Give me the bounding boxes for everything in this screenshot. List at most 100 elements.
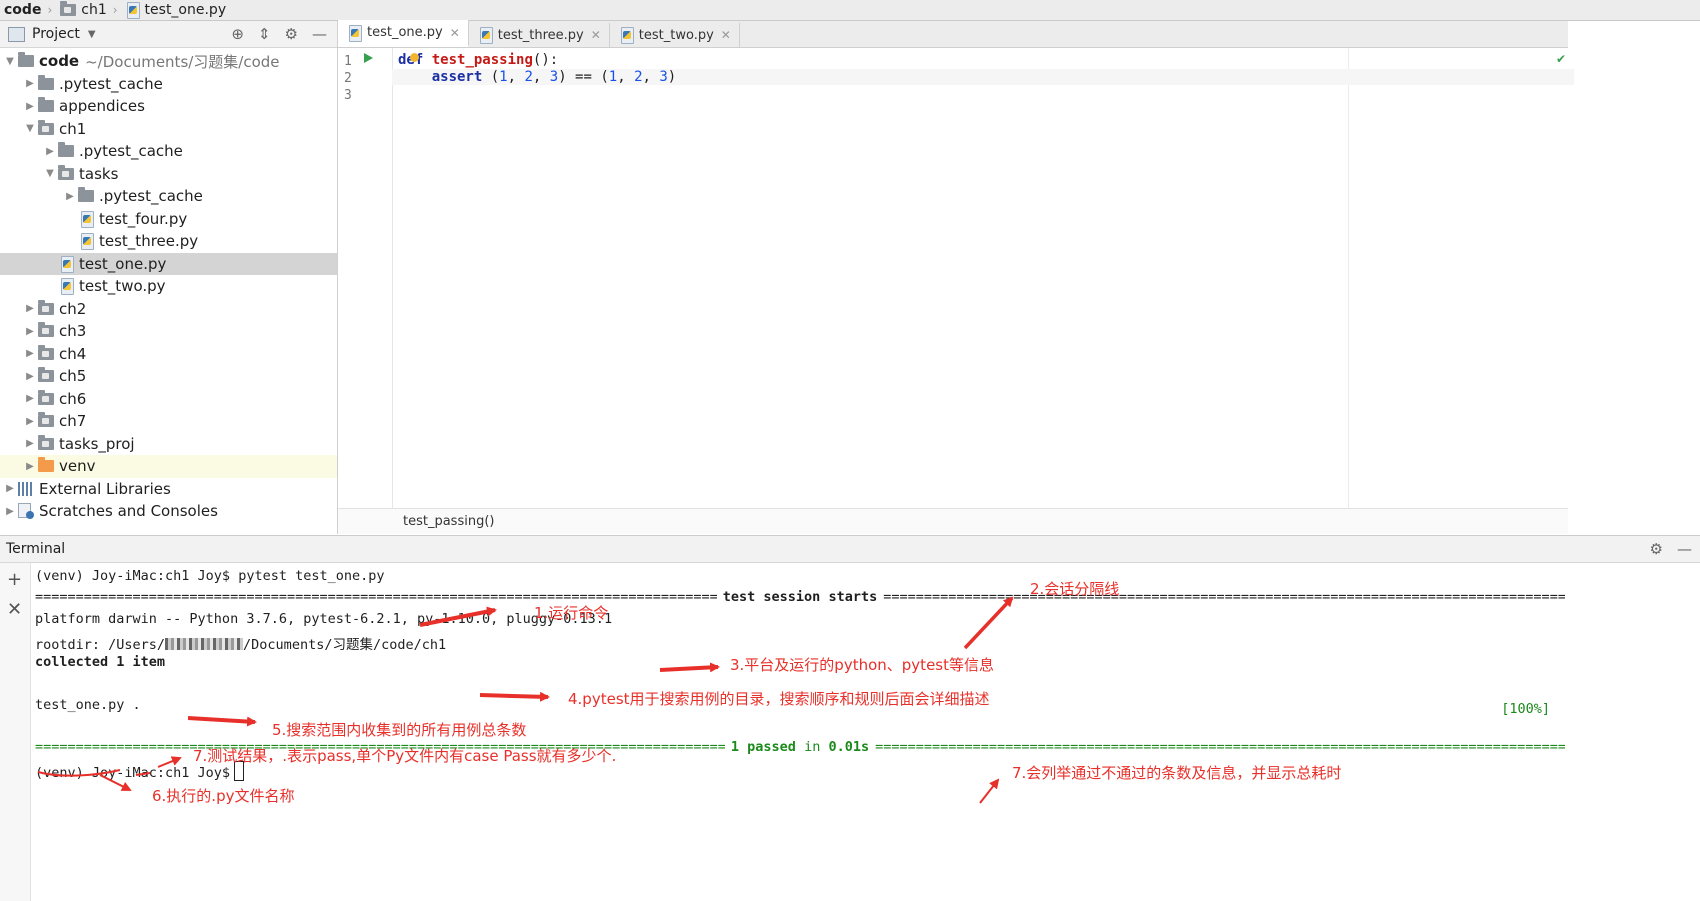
folder-icon <box>38 412 54 428</box>
collapsed-arrow-icon[interactable]: ▶ <box>22 371 38 382</box>
separator-rule: ========================================… <box>35 589 717 605</box>
collapsed-arrow-icon[interactable]: ▶ <box>22 326 38 337</box>
locate-file-icon[interactable]: ⊕ <box>231 25 244 43</box>
tree-item-ch1-pytest-cache[interactable]: ▶ .pytest_cache <box>0 140 337 163</box>
project-tree: ▼ code ~/Documents/习题集/code ▶ .pytest_ca… <box>0 48 337 523</box>
close-icon[interactable]: ✕ <box>450 26 460 40</box>
close-session-icon[interactable]: ✕ <box>7 599 22 620</box>
right-margin-guide <box>1348 48 1349 508</box>
rootdir-line: rootdir: /Users/ /Documents/习题集/code/ch1 <box>35 633 446 653</box>
annotation-7: 7.测试结果，.表示pass,单个Py文件内有case Pass就有多少个. <box>193 747 617 765</box>
folder-icon <box>38 367 54 383</box>
passed-count: 1 passed <box>730 739 796 755</box>
tree-item-pytest-cache[interactable]: ▶ .pytest_cache <box>0 73 337 96</box>
tree-item-ch3[interactable]: ▶ ch3 <box>0 320 337 343</box>
folder-icon <box>38 434 54 450</box>
code-punct: (): <box>532 52 559 68</box>
gear-icon[interactable]: ⚙ <box>1650 540 1663 558</box>
tree-item-test-two[interactable]: test_two.py <box>0 275 337 298</box>
annotation-6: 6.执行的.py文件名称 <box>152 787 295 805</box>
result-line: test_one.py . <box>35 697 141 713</box>
tree-item-test-three[interactable]: test_three.py <box>0 230 337 253</box>
tab-test-two[interactable]: test_two.py ✕ <box>610 23 740 47</box>
expanded-arrow-icon[interactable]: ▼ <box>2 56 18 67</box>
hide-panel-icon[interactable]: — <box>1677 540 1692 558</box>
run-test-icon[interactable] <box>364 53 373 63</box>
code-punct: ) == ( <box>558 69 609 85</box>
collapsed-arrow-icon[interactable]: ▶ <box>2 506 18 517</box>
tree-item-ch1[interactable]: ▼ ch1 <box>0 118 337 141</box>
collapsed-arrow-icon[interactable]: ▶ <box>42 146 58 157</box>
folder-icon <box>38 389 54 405</box>
tree-item-appendices[interactable]: ▶ appendices <box>0 95 337 118</box>
collapsed-arrow-icon[interactable]: ▶ <box>2 483 18 494</box>
tree-item-label: tasks_proj <box>59 434 135 453</box>
collapsed-arrow-icon[interactable]: ▶ <box>22 393 38 404</box>
python-file-icon <box>479 27 493 44</box>
tree-item-label: ch5 <box>59 367 87 386</box>
project-title[interactable]: Project <box>32 26 80 42</box>
tree-item-venv[interactable]: ▶ venv <box>0 455 337 478</box>
gear-icon[interactable]: ⚙ <box>285 25 298 43</box>
tree-item-ch7[interactable]: ▶ ch7 <box>0 410 337 433</box>
collapsed-arrow-icon[interactable]: ▶ <box>22 461 38 472</box>
tree-item-ch6[interactable]: ▶ ch6 <box>0 388 337 411</box>
folder-icon <box>58 142 74 158</box>
tree-item-tasks-pytest-cache[interactable]: ▶ .pytest_cache <box>0 185 337 208</box>
tree-item-tasks-proj[interactable]: ▶ tasks_proj <box>0 433 337 456</box>
tree-item-ch2[interactable]: ▶ ch2 <box>0 298 337 321</box>
tab-test-three[interactable]: test_three.py ✕ <box>469 23 610 47</box>
tree-item-code[interactable]: ▼ code ~/Documents/习题集/code <box>0 50 337 73</box>
tree-item-tasks[interactable]: ▼ tasks <box>0 163 337 186</box>
passed-time: 0.01s <box>828 739 870 755</box>
terminal-panel: Terminal ⚙ — + ✕ (venv) Joy-iMac:ch1 Joy… <box>0 535 1700 901</box>
new-session-icon[interactable]: + <box>7 569 22 590</box>
platform-line: platform darwin -- Python 3.7.6, pytest-… <box>35 611 613 627</box>
tree-item-label: test_one.py <box>79 254 167 273</box>
code-punct: , <box>532 69 550 85</box>
expanded-arrow-icon[interactable]: ▼ <box>22 123 38 134</box>
rootdir-suffix: /Documents/习题集/code/ch1 <box>243 637 447 653</box>
tree-item-ch5[interactable]: ▶ ch5 <box>0 365 337 388</box>
code-punct: ) <box>667 69 677 85</box>
session-start-label: test session starts <box>722 589 878 605</box>
editor-pane: test_one.py ✕ test_three.py ✕ test_two.p… <box>338 20 1574 534</box>
folder-icon <box>58 164 74 180</box>
tab-test-one[interactable]: test_one.py ✕ <box>338 20 469 47</box>
collapsed-arrow-icon[interactable]: ▶ <box>22 78 38 89</box>
collapsed-arrow-icon[interactable]: ▶ <box>22 303 38 314</box>
tab-label: test_two.py <box>638 27 714 43</box>
project-panel-header: Project ▼ ⊕ ⇕ ⚙ — <box>0 21 337 48</box>
code-punct: , <box>507 69 525 85</box>
code-breadcrumb[interactable]: test_passing() <box>338 508 1568 534</box>
tree-item-external-libraries[interactable]: ▶ External Libraries <box>0 478 337 501</box>
expanded-arrow-icon[interactable]: ▼ <box>42 168 58 179</box>
collapsed-arrow-icon[interactable]: ▶ <box>22 416 38 427</box>
close-icon[interactable]: ✕ <box>721 28 731 42</box>
collapse-all-icon[interactable]: ⇕ <box>258 25 271 43</box>
code-area[interactable]: 1 2 3 def test_passing(): assert (1, 2, … <box>338 48 1574 508</box>
code-number: 1 <box>499 69 508 85</box>
tree-item-label: .pytest_cache <box>79 142 183 161</box>
intention-bulb-icon[interactable] <box>410 53 419 62</box>
crumb-test-one[interactable]: test_one.py <box>122 2 233 19</box>
tree-item-label: ch7 <box>59 412 87 431</box>
tree-item-test-four[interactable]: test_four.py <box>0 208 337 231</box>
close-icon[interactable]: ✕ <box>591 28 601 42</box>
code-number: 2 <box>524 69 533 85</box>
tree-root-path: ~/Documents/习题集/code <box>85 52 280 71</box>
tree-item-scratches[interactable]: ▶ Scratches and Consoles <box>0 500 337 523</box>
tree-item-ch4[interactable]: ▶ ch4 <box>0 343 337 366</box>
collapsed-arrow-icon[interactable]: ▶ <box>22 101 38 112</box>
hide-panel-icon[interactable]: — <box>312 25 327 43</box>
crumb-code[interactable]: code <box>0 2 47 18</box>
code-line-2: assert (1, 2, 3) == (1, 2, 3) <box>392 69 1574 85</box>
crumb-ch1[interactable]: ch1 <box>56 1 112 18</box>
collapsed-arrow-icon[interactable]: ▶ <box>62 191 78 202</box>
tree-item-test-one[interactable]: test_one.py <box>0 252 337 275</box>
collapsed-arrow-icon[interactable]: ▶ <box>22 348 38 359</box>
collapsed-arrow-icon[interactable]: ▶ <box>22 438 38 449</box>
folder-icon <box>38 299 54 315</box>
dropdown-arrow-icon[interactable]: ▼ <box>88 29 96 40</box>
code-punct: , <box>642 69 660 85</box>
